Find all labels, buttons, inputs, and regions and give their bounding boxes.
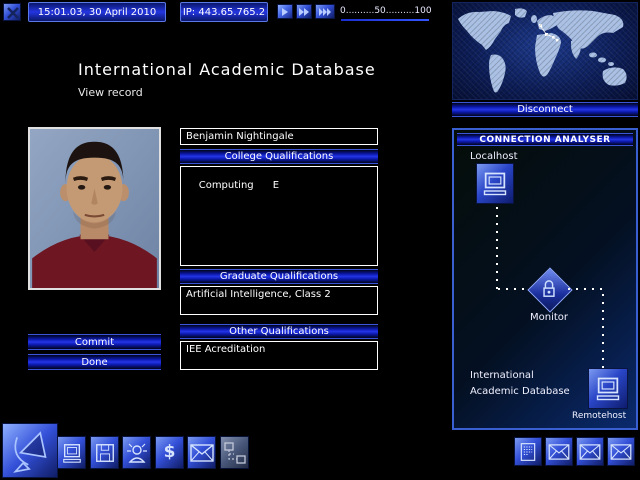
graduate-qualifications-header: Graduate Qualifications (180, 269, 378, 284)
monitor-label: Monitor (516, 312, 582, 323)
monitor-node[interactable] (526, 266, 572, 312)
disconnect-label: Disconnect (517, 104, 573, 115)
name-value: Benjamin Nightingale (186, 131, 294, 142)
person-status-icon (125, 441, 149, 465)
connection-line-horizontal-2 (568, 288, 604, 290)
portrait-image (30, 129, 159, 288)
dollar-icon: $ (164, 444, 176, 461)
name-field[interactable]: Benjamin Nightingale (180, 128, 378, 145)
graduate-qualifications-value: Artificial Intelligence, Class 2 (186, 289, 331, 300)
computer-icon (594, 375, 622, 403)
floppy-disk-icon (94, 441, 116, 465)
graduate-qualifications-field[interactable]: Artificial Intelligence, Class 2 (180, 286, 378, 315)
remotehost-label: Remotehost (572, 411, 634, 421)
college-qualifications-value: Computing E (199, 180, 279, 191)
cpu-usage-scale: 0..........50..........100 (340, 6, 432, 16)
clock-display: 15:01.03, 30 April 2010 (28, 2, 166, 22)
computer-icon (61, 441, 83, 465)
envelope-icon (610, 444, 632, 460)
ip-text: IP: 443.65.765.2 (183, 7, 265, 18)
cpu-usage-bar (341, 19, 429, 21)
network-lan-icon (223, 441, 247, 465)
uplink-screen: 15:01.03, 30 April 2010 IP: 443.65.765.2… (0, 0, 640, 480)
disconnect-button[interactable]: Disconnect (452, 102, 638, 117)
connection-line-vertical-1 (496, 207, 498, 289)
speed-fast-button[interactable] (296, 4, 312, 19)
finance-button[interactable]: $ (155, 436, 184, 469)
news-notification-button[interactable] (514, 437, 542, 466)
page-title: International Academic Database (78, 60, 376, 79)
envelope-icon (190, 444, 214, 462)
college-qualifications-header: College Qualifications (180, 149, 378, 164)
destination-name-line2: Academic Database (470, 386, 570, 397)
other-qualifications-header: Other Qualifications (180, 324, 378, 339)
speed-fastest-button[interactable] (315, 4, 335, 19)
done-button[interactable]: Done (28, 354, 161, 370)
connection-line-vertical-2 (602, 294, 604, 368)
uplink-logo-icon (6, 427, 54, 475)
computer-icon (481, 170, 509, 198)
uplink-logo-button[interactable] (2, 423, 58, 478)
envelope-icon (579, 444, 601, 460)
envelope-icon (548, 444, 570, 460)
localhost-label: Localhost (470, 151, 518, 162)
news-icon (518, 441, 538, 463)
connection-analyser-title: CONNECTION ANALYSER (457, 133, 633, 146)
world-map[interactable] (452, 2, 638, 100)
close-icon (4, 4, 20, 22)
email-notification-button-2[interactable] (576, 437, 604, 466)
status-button[interactable] (122, 436, 151, 469)
memory-button[interactable] (90, 436, 119, 469)
ip-display: IP: 443.65.765.2 (180, 2, 268, 22)
college-qualifications-field[interactable]: Computing E (180, 166, 378, 266)
email-notification-button-1[interactable] (545, 437, 573, 466)
map-texture (453, 3, 637, 99)
clock-text: 15:01.03, 30 April 2010 (38, 7, 156, 18)
other-qualifications-field[interactable]: IEE Acreditation (180, 341, 378, 370)
speed-normal-button[interactable] (277, 4, 293, 19)
play-icon (282, 8, 288, 16)
destination-name-line1: International (470, 370, 534, 381)
remotehost-node[interactable] (588, 368, 628, 409)
record-photo (28, 127, 161, 290)
commit-button[interactable]: Commit (28, 334, 161, 350)
localhost-node[interactable] (476, 163, 514, 204)
page-subtitle: View record (78, 86, 143, 99)
email-button[interactable] (187, 436, 216, 469)
email-notification-button-3[interactable] (607, 437, 635, 466)
hardware-button[interactable] (57, 436, 86, 469)
close-button[interactable] (3, 3, 21, 21)
other-qualifications-value: IEE Acreditation (186, 344, 265, 355)
connection-analyser-panel: CONNECTION ANALYSER Localhost Monitor In… (452, 128, 638, 430)
lock-icon (540, 279, 558, 299)
lan-button[interactable] (220, 436, 249, 469)
